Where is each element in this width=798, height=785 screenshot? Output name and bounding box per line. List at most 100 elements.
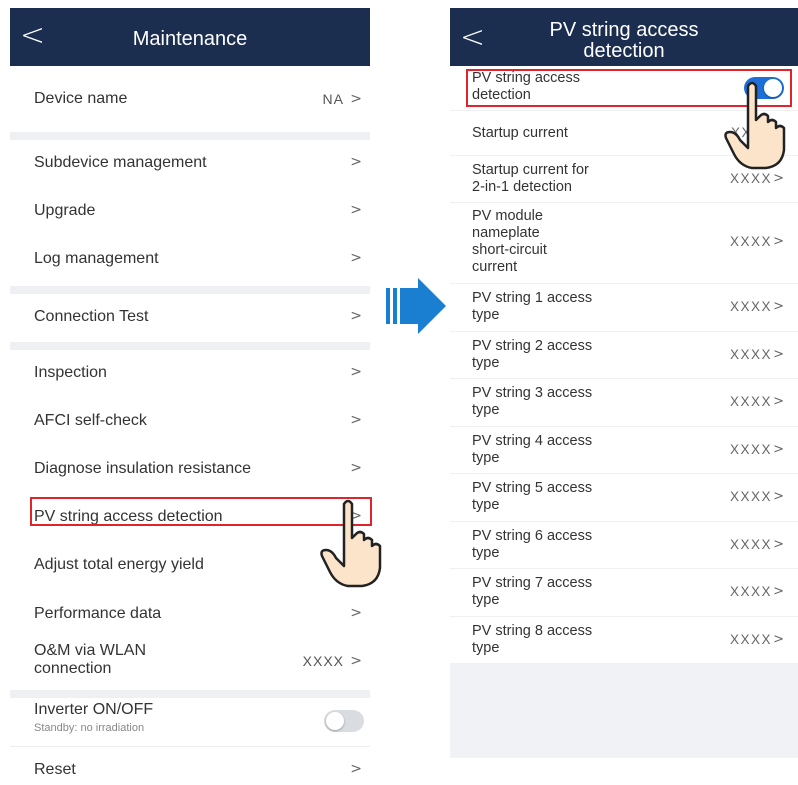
reset-row[interactable]: Reset > [10,746,370,783]
detection-header: < PV string access detection [450,8,798,66]
pv-string-line1: PV string 3 access [472,385,593,401]
pv-string-label: PV string 7 access type [472,575,592,609]
menu-item-label: Diagnose insulation resistance [34,460,252,477]
device-name-row[interactable]: Device name NA > [10,66,370,132]
menu-item-label: AFCI self-check [34,412,147,429]
pv-string-value: XXXX [729,489,772,504]
chevron-right-icon: > [350,460,362,476]
om-wlan-value: XXXX [302,653,344,669]
pv-string-line2: type [472,402,500,418]
log-management-row[interactable]: Log management > [10,236,370,286]
title-line2: detection [583,40,665,62]
pv-string-label: PV string 8 access type [472,623,592,657]
pv-string-line1: PV string 4 access [472,432,593,449]
toggle-knob [326,712,344,730]
menu-item-label: Upgrade [34,202,96,219]
page-title: Maintenance [132,28,248,50]
pv-string-line2: type [472,592,500,608]
pv-string-line2: type [472,307,500,323]
menu-item-label: Adjust total energy yield [34,556,204,573]
startup-2in1-label: Startup current for 2-in-1 detection [472,162,589,196]
chevron-right-icon: > [350,250,362,266]
pv-string-line2: type [472,497,500,513]
pv-string-value: XXXX [729,584,772,599]
inverter-status: Standby: no irradiation [34,722,145,734]
page-title: PV string access detection [450,20,798,62]
startup-2in1-line1: Startup current for [472,162,589,178]
pv-string-label: PV string 5 access type [472,480,592,514]
pv-string-label: PV string 3 access type [472,385,592,419]
upgrade-row[interactable]: Upgrade > [10,188,370,236]
diagnose-insulation-row[interactable]: Diagnose insulation resistance > [10,446,370,494]
pv-string-value: XXXX [729,536,772,552]
subdevice-management-row[interactable]: Subdevice management > [10,140,370,188]
pv-string-value: XXXX [729,299,772,314]
pv-string-label: PV string 1 access type [472,290,592,324]
startup-2in1-line2: 2-in-1 detection [472,179,572,195]
chevron-right-icon: > [773,584,784,599]
pv-string-label: PV string 2 access type [472,338,592,372]
title-line1: PV string access [549,19,699,41]
chevron-right-icon: > [773,536,784,552]
divider [10,342,370,350]
om-wlan-line1: O&M via WLAN [34,642,147,659]
chevron-right-icon: > [773,234,784,249]
adjust-energy-yield-row[interactable]: Adjust total energy yield [10,542,370,592]
chevron-right-icon: > [350,91,362,107]
inverter-toggle[interactable] [324,710,364,732]
pv-string-line1: PV string 7 access [472,575,593,591]
pv-string-row[interactable]: PV string 4 access type XXXX > [450,425,798,473]
nameplate-value: XXXX [729,234,772,249]
pv-string-line1: PV string 1 access [472,290,593,306]
pv-string-value: XXXX [729,394,772,409]
menu-item-label: Subdevice management [34,154,207,171]
menu-item-label: Inspection [34,364,107,381]
nameplate-line4: current [472,259,518,275]
chevron-right-icon: > [773,299,784,314]
pv-string-row[interactable]: PV string 3 access type XXXX > [450,378,798,426]
chevron-right-icon: > [350,412,362,428]
pv-string-row[interactable]: PV string 1 access type XXXX > [450,283,798,331]
divider [10,286,370,294]
pv-string-row[interactable]: PV string 8 access type XXXX > [450,615,798,663]
pv-string-value: XXXX [729,346,772,362]
afci-self-check-row[interactable]: AFCI self-check > [10,398,370,446]
chevron-right-icon: > [773,631,784,647]
pv-string-row[interactable]: PV string 5 access type XXXX > [450,473,798,521]
pv-string-value: XXXX [729,441,772,457]
pv-string-line1: PV string 8 access [472,622,593,639]
maintenance-header: < Maintenance [10,8,370,66]
chevron-right-icon: > [350,653,362,669]
startup-2in1-value: XXXX [729,171,772,186]
menu-item-label: Log management [34,250,159,267]
om-via-wlan-row[interactable]: O&M via WLAN connection XXXX > [10,638,370,690]
pv-string-value: XXXX [729,631,772,647]
chevron-right-icon: > [350,308,362,324]
pv-string-row[interactable]: PV string 7 access type XXXX > [450,568,798,616]
nameplate-line3: short-circuit [472,242,547,258]
pv-string-line2: type [472,639,500,656]
nameplate-label: PV module nameplate short-circuit curren… [472,208,547,276]
pv-string-label: PV string 4 access type [472,433,592,467]
chevron-right-icon: > [350,761,362,777]
divider [10,132,370,140]
chevron-right-icon: > [773,489,784,504]
pointing-hand-icon [724,81,786,170]
om-wlan-line2: connection [34,660,112,677]
pv-string-row[interactable]: PV string 6 access type XXXX > [450,520,798,568]
menu-item-label: Performance data [34,605,162,622]
pv-string-line1: PV string 6 access [472,527,593,544]
performance-data-row[interactable]: Performance data > [10,592,370,638]
connection-test-row[interactable]: Connection Test > [10,294,370,342]
chevron-right-icon: > [350,154,362,170]
pv-string-label: PV string 6 access type [472,528,592,562]
inspection-row[interactable]: Inspection > [10,350,370,398]
nameplate-current-row[interactable]: PV module nameplate short-circuit curren… [450,202,798,283]
pv-string-row[interactable]: PV string 2 access type XXXX > [450,330,798,378]
pv-string-line2: type [472,449,500,466]
pv-string-line1: PV string 5 access [472,480,593,496]
menu-item-label: Connection Test [34,308,149,325]
om-wlan-label: O&M via WLAN connection [34,642,146,678]
divider [10,690,370,698]
pv-string-line1: PV string 2 access [472,337,593,354]
